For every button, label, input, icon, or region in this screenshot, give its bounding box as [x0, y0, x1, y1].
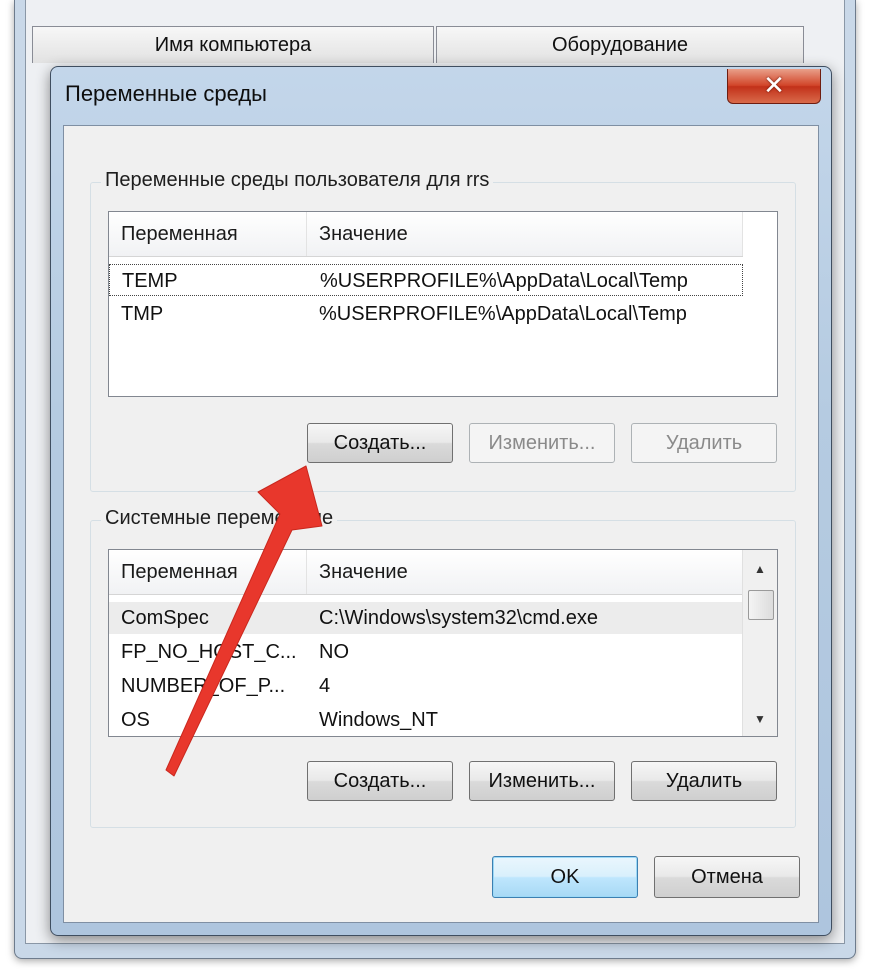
- column-header-value[interactable]: Значение: [307, 212, 743, 256]
- system-delete-button[interactable]: Удалить: [631, 761, 777, 801]
- user-variables-group: Переменные среды пользователя для rrs Пе…: [90, 169, 796, 492]
- user-variables-legend: Переменные среды пользователя для rrs: [101, 169, 494, 192]
- cancel-button[interactable]: Отмена: [654, 856, 800, 898]
- system-variables-legend: Системные переменные: [101, 507, 338, 530]
- variable-name: NUMBER_OF_P...: [121, 674, 286, 697]
- column-header-variable[interactable]: Переменная: [109, 550, 307, 594]
- list-item[interactable]: NUMBER_OF_P... 4: [109, 670, 743, 702]
- list-item[interactable]: OS Windows_NT: [109, 704, 743, 736]
- scrollbar-thumb[interactable]: [748, 590, 774, 620]
- tab-computer-name[interactable]: Имя компьютера: [32, 26, 434, 63]
- user-edit-button[interactable]: Изменить...: [469, 423, 615, 463]
- variable-value: 4: [319, 674, 331, 697]
- user-delete-button[interactable]: Удалить: [631, 423, 777, 463]
- list-item[interactable]: FP_NO_HOST_C... NO: [109, 636, 743, 668]
- variable-name: TEMP: [122, 269, 178, 292]
- user-create-button[interactable]: Создать...: [307, 423, 453, 463]
- dialog-client-area: Переменные среды пользователя для rrs Пе…: [63, 125, 819, 923]
- scroll-down-icon[interactable]: ▼: [743, 704, 777, 734]
- list-header: Переменная Значение: [109, 550, 743, 595]
- scroll-up-icon[interactable]: ▲: [743, 554, 777, 584]
- list-header: Переменная Значение: [109, 212, 743, 257]
- dialog-title: Переменные среды: [65, 81, 267, 106]
- variable-name: FP_NO_HOST_C...: [121, 640, 297, 663]
- column-header-variable[interactable]: Переменная: [109, 212, 307, 256]
- tab-hardware[interactable]: Оборудование: [436, 26, 804, 63]
- list-item[interactable]: ComSpec C:\Windows\system32\cmd.exe: [109, 602, 743, 634]
- variable-name: ComSpec: [121, 606, 209, 629]
- user-variables-list[interactable]: Переменная Значение TEMP %USERPROFILE%\A…: [108, 211, 778, 397]
- variable-name: OS: [121, 708, 150, 731]
- system-variables-list[interactable]: Переменная Значение ComSpec C:\Windows\s…: [108, 549, 778, 737]
- ok-button[interactable]: OK: [492, 856, 638, 898]
- variable-name: TMP: [121, 302, 164, 325]
- environment-variables-dialog: Переменные среды ✕ Переменные среды поль…: [50, 66, 832, 936]
- system-variables-group: Системные переменные Переменная Значение…: [90, 507, 796, 828]
- list-item[interactable]: TEMP %USERPROFILE%\AppData\Local\Temp: [109, 264, 743, 296]
- variable-value: %USERPROFILE%\AppData\Local\Temp: [319, 302, 687, 325]
- variable-value: C:\Windows\system32\cmd.exe: [319, 606, 598, 629]
- system-create-button[interactable]: Создать...: [307, 761, 453, 801]
- column-header-value[interactable]: Значение: [307, 550, 743, 594]
- vertical-scrollbar[interactable]: ▲ ▼: [742, 550, 777, 736]
- close-button[interactable]: ✕: [727, 69, 821, 104]
- variable-value: NO: [319, 640, 349, 663]
- variable-value: %USERPROFILE%\AppData\Local\Temp: [320, 269, 688, 292]
- system-edit-button[interactable]: Изменить...: [469, 761, 615, 801]
- close-icon: ✕: [763, 71, 785, 101]
- list-item[interactable]: TMP %USERPROFILE%\AppData\Local\Temp: [109, 298, 743, 330]
- variable-value: Windows_NT: [319, 708, 438, 731]
